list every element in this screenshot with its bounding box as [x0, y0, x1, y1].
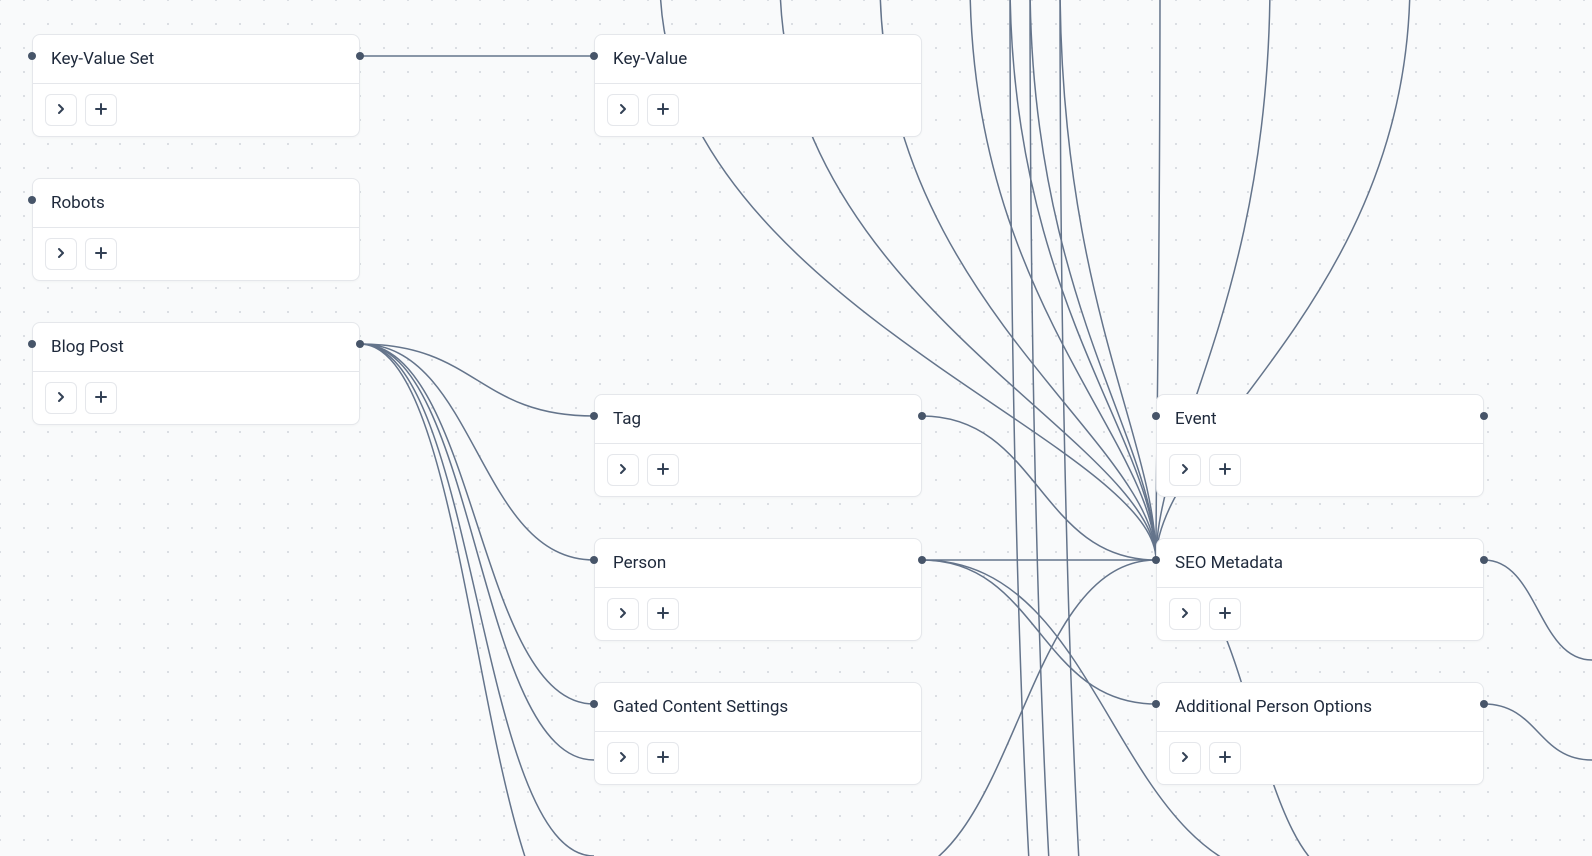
node-title: Key-Value Set — [33, 35, 359, 84]
port-gated_in[interactable] — [590, 700, 598, 708]
port-event_in[interactable] — [1152, 412, 1160, 420]
add-button[interactable] — [1209, 598, 1241, 630]
chevron-right-icon — [55, 247, 67, 262]
node-title: Tag — [595, 395, 921, 444]
expand-button[interactable] — [607, 598, 639, 630]
node-title: SEO Metadata — [1157, 539, 1483, 588]
add-button[interactable] — [85, 382, 117, 414]
node-actions — [595, 444, 921, 496]
add-button[interactable] — [85, 94, 117, 126]
plus-icon — [657, 103, 669, 118]
node-title: Gated Content Settings — [595, 683, 921, 732]
plus-icon — [95, 391, 107, 406]
port-blog_out[interactable] — [356, 340, 364, 348]
plus-icon — [657, 463, 669, 478]
node-title: Additional Person Options — [1157, 683, 1483, 732]
node-actions — [595, 84, 921, 136]
node-event[interactable]: Event — [1156, 394, 1484, 497]
port-blog_in[interactable] — [28, 340, 36, 348]
port-person_out[interactable] — [918, 556, 926, 564]
chevron-right-icon — [55, 103, 67, 118]
expand-button[interactable] — [45, 238, 77, 270]
add-button[interactable] — [647, 454, 679, 486]
port-addperson_out[interactable] — [1480, 700, 1488, 708]
node-title: Event — [1157, 395, 1483, 444]
node-actions — [1157, 732, 1483, 784]
plus-icon — [657, 607, 669, 622]
node-kv[interactable]: Key-Value — [594, 34, 922, 137]
add-button[interactable] — [647, 742, 679, 774]
node-title: Person — [595, 539, 921, 588]
expand-button[interactable] — [1169, 742, 1201, 774]
node-blog[interactable]: Blog Post — [32, 322, 360, 425]
node-tag[interactable]: Tag — [594, 394, 922, 497]
port-seo_in[interactable] — [1152, 556, 1160, 564]
chevron-right-icon — [1179, 463, 1191, 478]
chevron-right-icon — [617, 751, 629, 766]
node-actions — [1157, 444, 1483, 496]
node-kvset[interactable]: Key-Value Set — [32, 34, 360, 137]
port-kvset_in[interactable] — [28, 52, 36, 60]
add-button[interactable] — [647, 598, 679, 630]
node-actions — [33, 84, 359, 136]
expand-button[interactable] — [45, 94, 77, 126]
plus-icon — [1219, 463, 1231, 478]
add-button[interactable] — [1209, 454, 1241, 486]
node-addperson[interactable]: Additional Person Options — [1156, 682, 1484, 785]
chevron-right-icon — [617, 103, 629, 118]
port-person_in[interactable] — [590, 556, 598, 564]
port-robots_in[interactable] — [28, 196, 36, 204]
chevron-right-icon — [55, 391, 67, 406]
node-actions — [595, 732, 921, 784]
plus-icon — [95, 247, 107, 262]
expand-button[interactable] — [607, 742, 639, 774]
port-kvset_out[interactable] — [356, 52, 364, 60]
expand-button[interactable] — [607, 454, 639, 486]
plus-icon — [1219, 751, 1231, 766]
port-tag_in[interactable] — [590, 412, 598, 420]
node-person[interactable]: Person — [594, 538, 922, 641]
plus-icon — [95, 103, 107, 118]
node-title: Blog Post — [33, 323, 359, 372]
port-seo_out[interactable] — [1480, 556, 1488, 564]
chevron-right-icon — [1179, 607, 1191, 622]
node-title: Key-Value — [595, 35, 921, 84]
port-event_out[interactable] — [1480, 412, 1488, 420]
add-button[interactable] — [647, 94, 679, 126]
node-actions — [595, 588, 921, 640]
port-tag_out[interactable] — [918, 412, 926, 420]
expand-button[interactable] — [45, 382, 77, 414]
node-robots[interactable]: Robots — [32, 178, 360, 281]
port-kv_in[interactable] — [590, 52, 598, 60]
add-button[interactable] — [85, 238, 117, 270]
node-actions — [33, 228, 359, 280]
node-gated[interactable]: Gated Content Settings — [594, 682, 922, 785]
chevron-right-icon — [1179, 751, 1191, 766]
expand-button[interactable] — [1169, 454, 1201, 486]
plus-icon — [1219, 607, 1231, 622]
chevron-right-icon — [617, 607, 629, 622]
node-title: Robots — [33, 179, 359, 228]
plus-icon — [657, 751, 669, 766]
add-button[interactable] — [1209, 742, 1241, 774]
expand-button[interactable] — [1169, 598, 1201, 630]
node-seo[interactable]: SEO Metadata — [1156, 538, 1484, 641]
node-actions — [1157, 588, 1483, 640]
port-addperson_in[interactable] — [1152, 700, 1160, 708]
chevron-right-icon — [617, 463, 629, 478]
node-actions — [33, 372, 359, 424]
expand-button[interactable] — [607, 94, 639, 126]
